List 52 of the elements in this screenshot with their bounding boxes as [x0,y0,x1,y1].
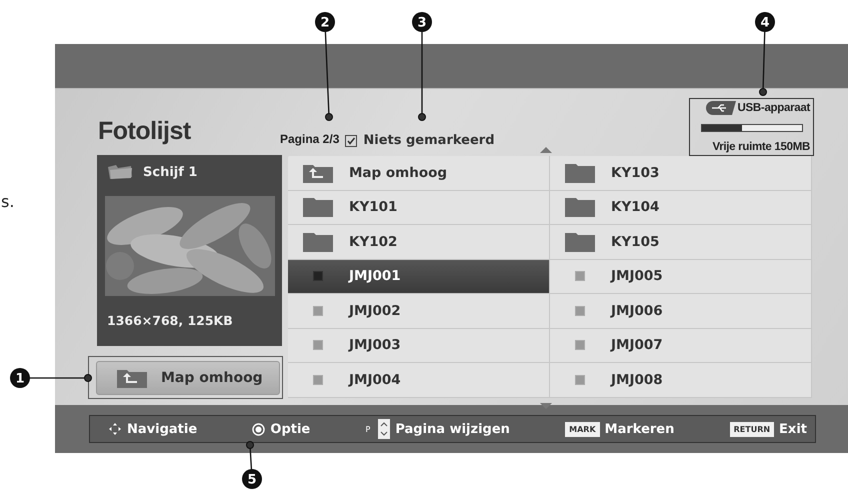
hint-label: Navigatie [127,422,198,436]
folder-icon [565,197,595,218]
file-list-item[interactable]: JMJ008 [550,363,812,398]
scroll-up-icon[interactable] [540,147,552,153]
folder-up-icon [117,368,147,388]
image-info: 1366×768, 125KB [107,313,233,328]
file-list-item[interactable]: JMJ007 [550,328,812,363]
photo-icon [575,306,585,316]
file-list-item[interactable]: JMJ004 [288,363,550,398]
file-list-item[interactable]: JMJ003 [288,328,550,363]
file-list-item[interactable]: Map omhoog [288,156,550,190]
hint-label: Pagina wijzigen [395,422,510,436]
usb-icon [706,101,736,115]
device-label: USB-apparaat [738,102,810,114]
folder-icon [565,162,595,183]
photo-icon [313,271,323,282]
mark-status: Niets gemarkeerd [363,133,495,148]
folder-up-icon [303,162,333,183]
remote-key: RETURN [730,422,774,436]
folder-icon [565,232,595,252]
file-list-item[interactable]: JMJ006 [550,294,812,328]
screen-title: Fotolijst [98,116,192,146]
file-list-item[interactable]: JMJ005 [550,260,812,294]
file-list-item[interactable]: KY101 [288,190,550,225]
hint-label: Exit [779,422,807,436]
file-list-item[interactable]: JMJ002 [288,294,550,328]
hint-label: Optie [270,422,310,436]
folder-icon [303,232,333,252]
folder-up-button[interactable]: Map omhoog [96,361,280,395]
photo-icon [313,374,323,385]
page-up-down-icon [378,419,390,439]
ok-button-icon [252,422,266,436]
photo-icon [575,374,585,385]
photo-icon [575,271,585,282]
remote-key: MARK [565,422,600,436]
navigation-icon [108,422,122,436]
free-space-label: Vrije ruimte 150MB [711,141,810,153]
drive-label: Schijf 1 [143,164,198,180]
page-indicator: Pagina 2/3 [280,132,340,146]
folder-icon [107,164,133,180]
text-fragment: s. [1,192,14,211]
photo-icon [313,340,323,350]
file-list-item[interactable]: KY104 [550,190,812,225]
photo-icon [313,306,323,316]
photo-icon [575,340,585,350]
file-list-item[interactable]: KY105 [550,225,812,260]
file-list-item[interactable]: JMJ001 [288,260,550,294]
scroll-down-icon[interactable] [540,402,552,408]
key-label: P [365,424,370,434]
hint-label: Markeren [604,422,674,436]
folder-icon [303,197,333,218]
file-list-item[interactable]: KY103 [550,156,812,190]
